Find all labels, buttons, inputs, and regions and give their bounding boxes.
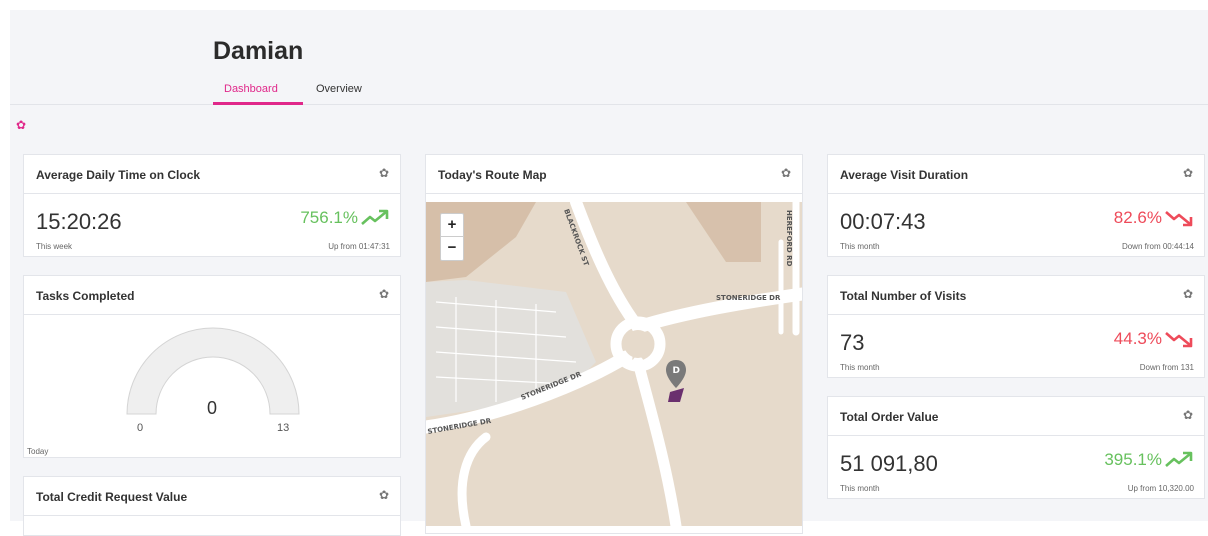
widget-header: Today's Route Map ✿ xyxy=(426,155,802,194)
gauge-value: 0 xyxy=(206,398,217,418)
trend-down-icon xyxy=(1165,332,1193,348)
trend-up-icon xyxy=(361,209,389,225)
metric-period: This week xyxy=(36,242,73,251)
metric-period: This month xyxy=(840,242,880,251)
tasks-gauge: 0 0 13 Today xyxy=(24,314,400,456)
widget-title: Tasks Completed xyxy=(36,289,135,303)
map-street-label: HEREFORD RD xyxy=(785,210,793,267)
metric-period: This month xyxy=(840,484,880,493)
widget-title: Total Credit Request Value xyxy=(36,490,188,504)
map-canvas[interactable]: BLACKROCK ST HEREFORD RD STONERIDGE DR S… xyxy=(426,202,802,526)
metric-comparison: Up from 10,320.00 xyxy=(1127,484,1194,493)
trend-down-icon xyxy=(1165,211,1193,227)
dashboard-content: ✿ Average Daily Time on Clock ✿ 15:20:26… xyxy=(10,105,1208,536)
widget-header: Total Order Value ✿ xyxy=(828,397,1204,436)
widget-header: Total Credit Request Value ✿ xyxy=(24,477,400,516)
page-header: Damian Dashboard Overview xyxy=(10,10,1208,105)
map-zoom-control: + − xyxy=(440,213,464,261)
route-map[interactable]: BLACKROCK ST HEREFORD RD STONERIDGE DR S… xyxy=(426,202,802,526)
widget-title: Average Daily Time on Clock xyxy=(36,168,201,182)
widget-title: Today's Route Map xyxy=(438,168,547,182)
widget-total-number-of-visits: Total Number of Visits ✿ 73 This month 4… xyxy=(827,275,1205,378)
metric-comparison: Down from 00:44:14 xyxy=(1121,242,1194,251)
widget-settings-gear-icon[interactable]: ✿ xyxy=(378,167,390,179)
widget-daily-time-on-clock: Average Daily Time on Clock ✿ 15:20:26 T… xyxy=(23,154,401,257)
widget-settings-gear-icon[interactable]: ✿ xyxy=(1182,167,1194,179)
metric-comparison: Up from 01:47:31 xyxy=(328,242,390,251)
metric-change-percent: 44.3% xyxy=(1113,329,1162,348)
metric-change-percent: 82.6% xyxy=(1113,208,1162,227)
metric-value: 00:07:43 xyxy=(840,209,926,234)
gauge-max-label: 13 xyxy=(277,422,290,434)
widget-tasks-completed: Tasks Completed ✿ 0 0 13 Today xyxy=(23,275,401,458)
zoom-out-button[interactable]: − xyxy=(441,236,463,259)
trend-up-icon xyxy=(1165,451,1193,467)
widget-route-map: Today's Route Map ✿ BLACKROCK ST HEREFOR… xyxy=(425,154,803,534)
metric-period: This month xyxy=(840,363,880,372)
widget-settings-gear-icon[interactable]: ✿ xyxy=(780,167,792,179)
zoom-in-button[interactable]: + xyxy=(441,214,463,236)
gauge-min-label: 0 xyxy=(137,422,144,434)
widget-settings-gear-icon[interactable]: ✿ xyxy=(1182,288,1194,300)
widget-settings-gear-icon[interactable]: ✿ xyxy=(378,489,390,501)
widget-title: Total Number of Visits xyxy=(840,289,967,303)
metric-change-percent: 756.1% xyxy=(300,208,358,227)
map-street-label: STONERIDGE DR xyxy=(716,294,781,302)
metric-value: 15:20:26 xyxy=(36,209,122,234)
widget-title: Total Order Value xyxy=(840,410,939,424)
metric-change: 82.6% xyxy=(1114,208,1194,228)
widget-settings-gear-icon[interactable]: ✿ xyxy=(378,288,390,300)
widget-header: Average Daily Time on Clock ✿ xyxy=(24,155,400,194)
metric-period: Today xyxy=(27,447,49,456)
tab-dashboard[interactable]: Dashboard xyxy=(224,83,278,95)
metric-comparison: Down from 131 xyxy=(1139,363,1194,372)
page-title: Damian xyxy=(213,37,304,65)
metric-change: 44.3% xyxy=(1114,329,1194,349)
widget-header: Average Visit Duration ✿ xyxy=(828,155,1204,194)
dashboard-settings-gear-icon[interactable]: ✿ xyxy=(16,119,28,131)
widget-header: Total Number of Visits ✿ xyxy=(828,276,1204,315)
metric-value: 51 091,80 xyxy=(840,451,938,476)
widget-title: Average Visit Duration xyxy=(840,168,969,182)
widget-total-order-value: Total Order Value ✿ 51 091,80 This month… xyxy=(827,396,1205,499)
widget-settings-gear-icon[interactable]: ✿ xyxy=(1182,409,1194,421)
map-marker-label: D xyxy=(673,366,680,376)
widget-average-visit-duration: Average Visit Duration ✿ 00:07:43 This m… xyxy=(827,154,1205,257)
metric-value: 73 xyxy=(840,330,865,355)
metric-change: 756.1% xyxy=(300,208,390,228)
widget-total-credit-request-value: Total Credit Request Value ✿ xyxy=(23,476,401,536)
metric-change: 395.1% xyxy=(1104,450,1194,470)
widget-header: Tasks Completed ✿ xyxy=(24,276,400,315)
metric-change-percent: 395.1% xyxy=(1104,450,1162,469)
gauge-chart xyxy=(126,327,300,415)
tab-overview[interactable]: Overview xyxy=(316,83,362,95)
